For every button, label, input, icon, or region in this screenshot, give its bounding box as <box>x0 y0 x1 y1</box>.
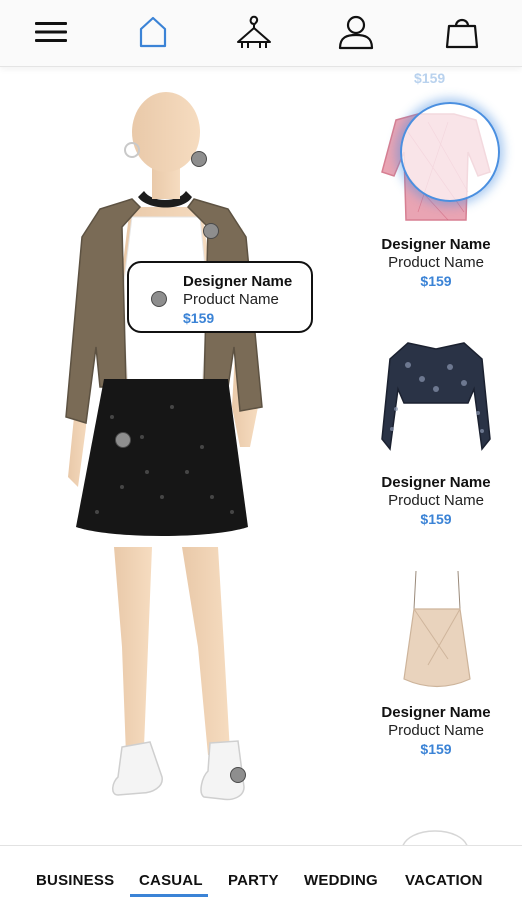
skirt-hotspot[interactable] <box>115 432 131 448</box>
sneaker-hotspot[interactable] <box>230 767 246 783</box>
tab-casual[interactable]: CASUAL <box>139 872 203 889</box>
top-nav-bar <box>0 0 522 67</box>
home-button[interactable] <box>131 10 175 54</box>
hanger-icon <box>237 15 271 48</box>
outfit-stage: Designer Name Product Name $159 $159 Des… <box>0 67 522 845</box>
home-icon <box>139 16 167 48</box>
closet-button[interactable] <box>232 10 276 54</box>
menu-icon <box>35 22 67 42</box>
product-designer-name: Designer Name <box>381 236 491 253</box>
user-icon <box>338 15 374 50</box>
bag-icon <box>445 18 479 49</box>
partial-item-price: $159 <box>414 70 446 86</box>
tab-party[interactable]: PARTY <box>228 872 279 889</box>
active-tab-indicator <box>130 894 208 897</box>
jacket-hotspot[interactable] <box>203 223 219 239</box>
mannequin-outfit-image <box>65 92 263 801</box>
beige-cami-image <box>403 570 471 687</box>
category-tab-bar: BUSINESS CASUAL PARTY WEDDING VACATION <box>0 845 522 909</box>
product-name: Product Name <box>388 254 484 271</box>
product-name: Product Name <box>388 492 484 509</box>
product-name: Product Name <box>388 722 484 739</box>
tooltip-price: $159 <box>183 310 215 326</box>
tee-hotspot[interactable] <box>151 291 167 307</box>
product-info: Designer Name Product Name $159 <box>370 474 502 528</box>
product-tooltip[interactable]: Designer Name Product Name $159 <box>127 261 313 333</box>
black-lace-bolero-image <box>381 341 491 451</box>
product-price: $159 <box>420 273 452 289</box>
menu-button[interactable] <box>29 10 73 54</box>
product-designer-name: Designer Name <box>381 474 491 491</box>
tab-vacation[interactable]: VACATION <box>405 872 483 889</box>
tooltip-product-name: Product Name <box>183 291 279 308</box>
tab-business[interactable]: BUSINESS <box>36 872 114 889</box>
product-thumbnail <box>378 570 494 690</box>
earring-hotspot[interactable] <box>191 151 207 167</box>
tab-wedding[interactable]: WEDDING <box>304 872 378 889</box>
product-info: Designer Name Product Name $159 <box>370 236 502 290</box>
product-designer-name: Designer Name <box>381 704 491 721</box>
product-price: $159 <box>420 511 452 527</box>
partial-product-image <box>402 830 468 845</box>
selected-ring <box>400 102 500 202</box>
tooltip-designer-name: Designer Name <box>183 273 293 290</box>
product-list: $159 Designer Name Product Name $159 Des… <box>370 67 502 845</box>
product-thumbnail <box>378 341 494 460</box>
shopping-bag-button[interactable] <box>440 10 484 54</box>
product-price: $159 <box>420 741 452 757</box>
profile-button[interactable] <box>334 10 378 54</box>
product-info: Designer Name Product Name $159 <box>370 704 502 758</box>
tooltip-text: Designer Name Product Name $159 <box>183 273 292 327</box>
product-thumbnail <box>378 102 500 230</box>
